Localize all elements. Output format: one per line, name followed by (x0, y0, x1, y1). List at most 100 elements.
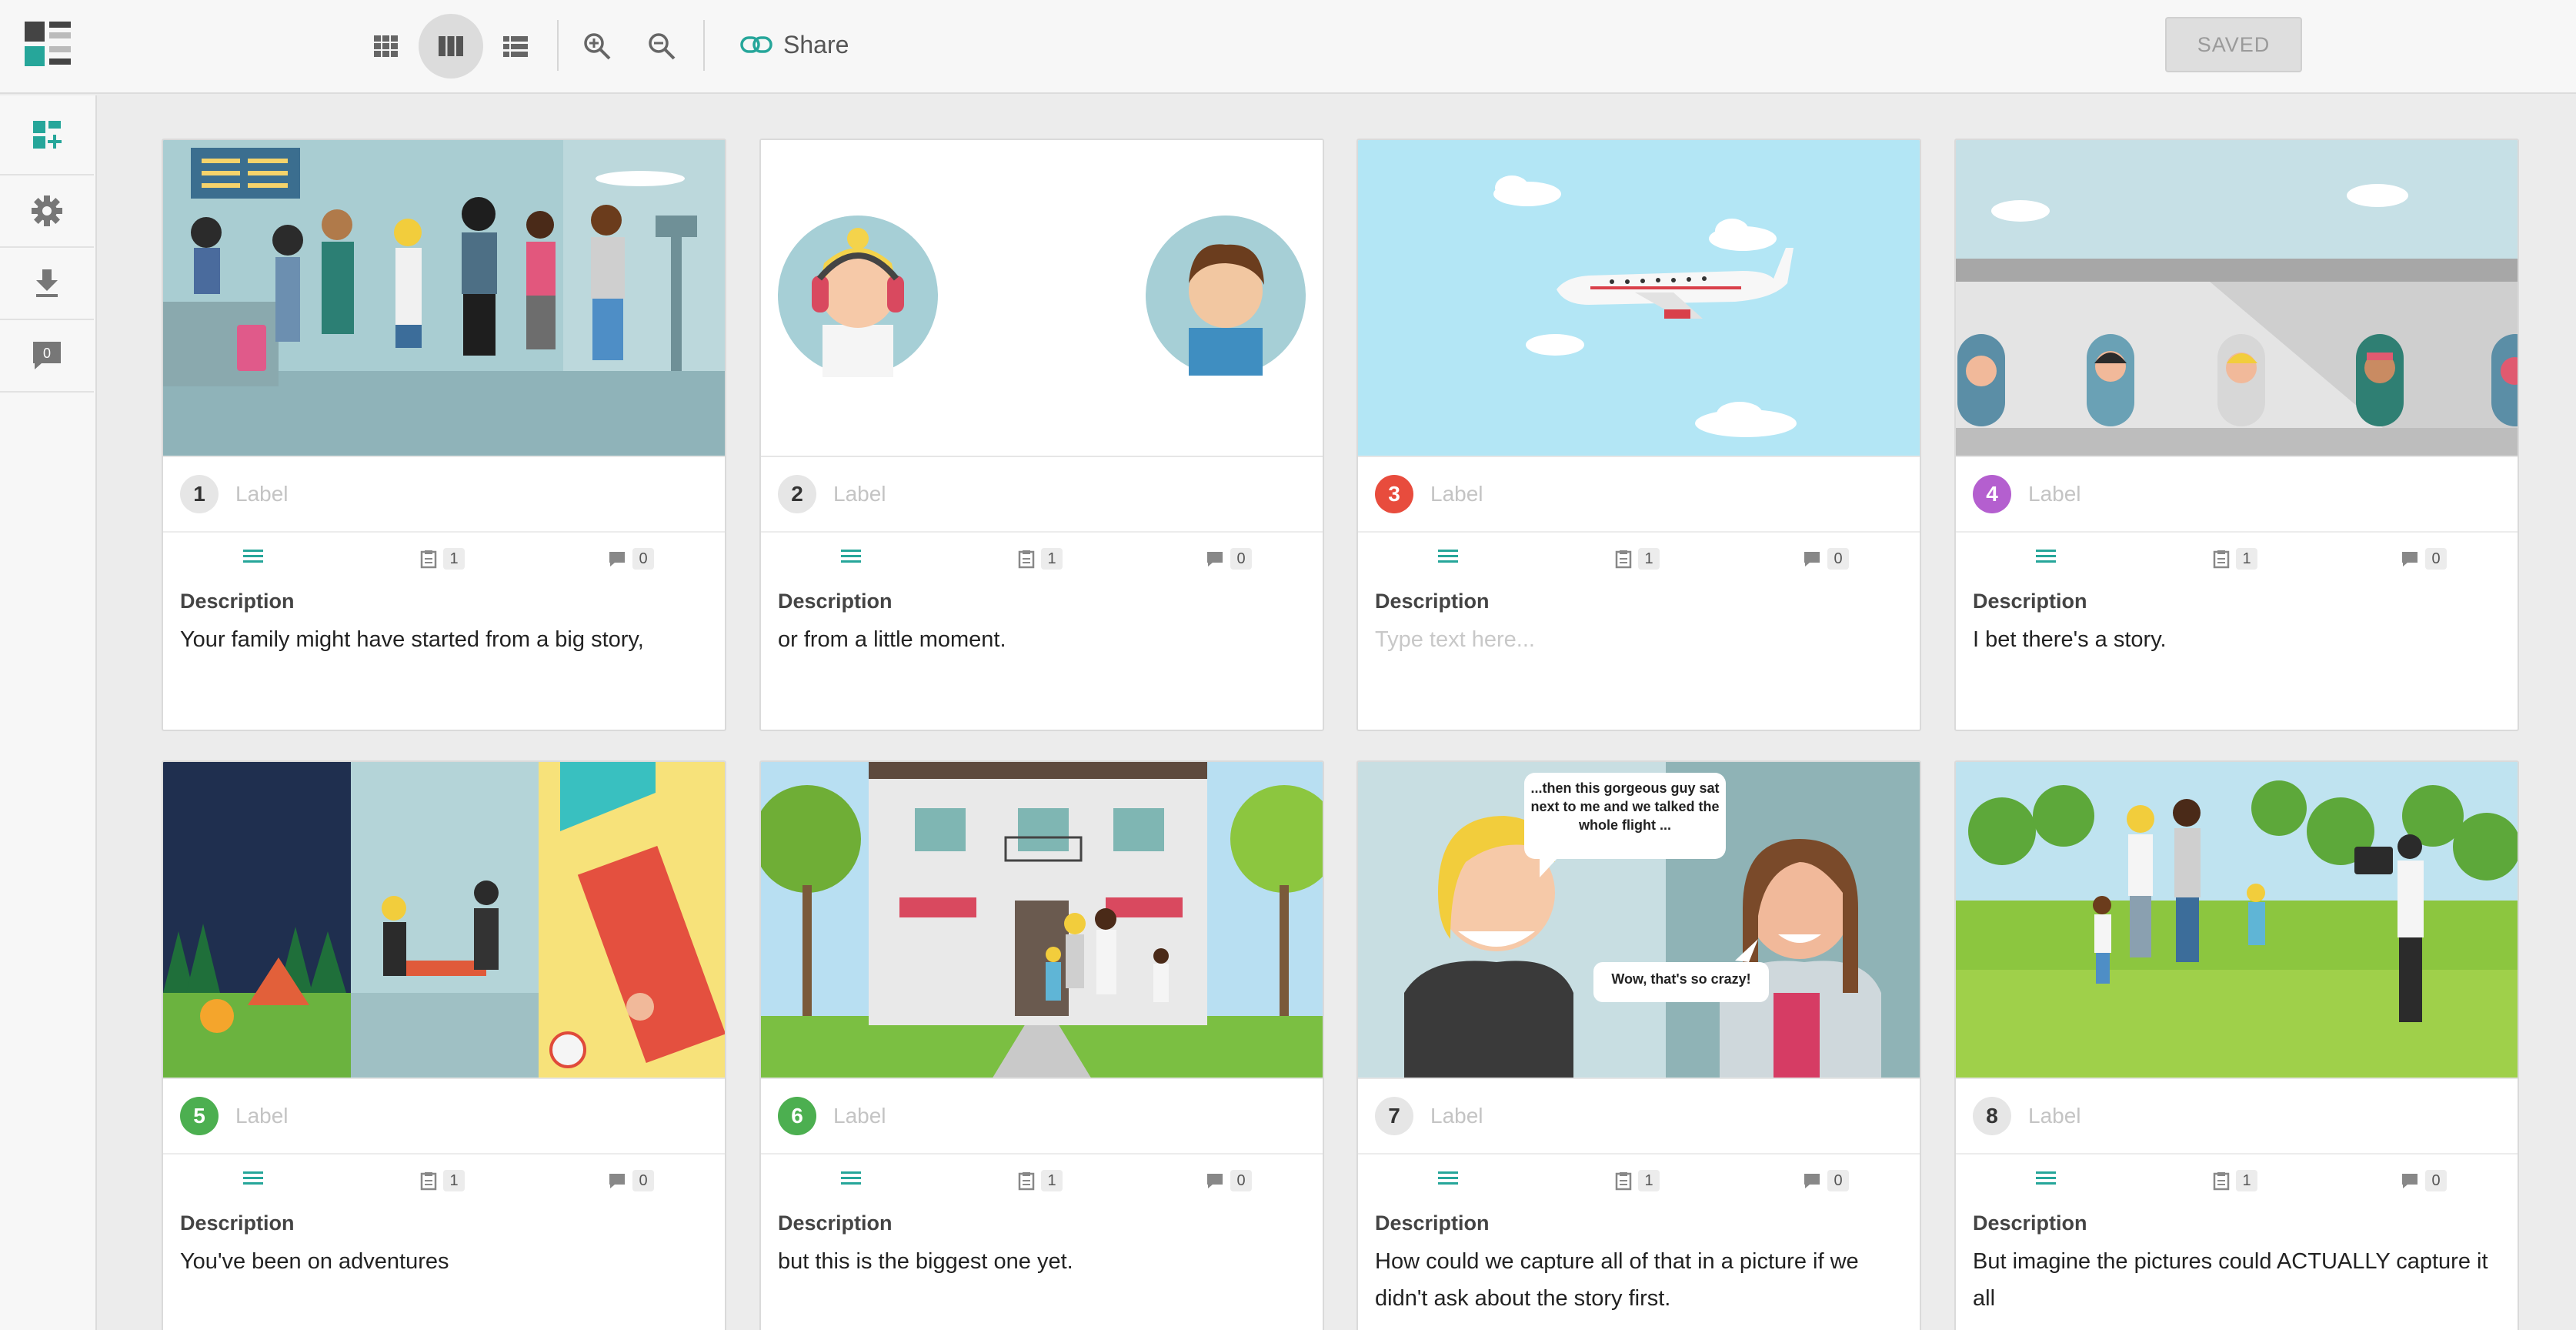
saved-button[interactable]: SAVED (2165, 17, 2302, 72)
description-text[interactable]: But imagine the pictures could ACTUALLY … (1973, 1243, 2501, 1317)
frame-label-input[interactable]: Label (2028, 1104, 2081, 1128)
comment-icon (1803, 1172, 1821, 1189)
description-text[interactable]: You've been on adventures (180, 1243, 708, 1280)
rail-download-button[interactable] (0, 248, 94, 320)
frame-image[interactable] (163, 140, 725, 457)
comments-count[interactable]: 0 (1206, 1170, 1252, 1191)
frame-description[interactable]: Description But imagine the pictures cou… (1956, 1204, 2518, 1317)
frame-image[interactable] (761, 140, 1323, 457)
frame-label-input[interactable]: Label (1430, 482, 1483, 506)
comment-icon (608, 1172, 626, 1189)
description-text[interactable]: Your family might have started from a bi… (180, 621, 708, 658)
frame-number: 6 (778, 1097, 816, 1135)
rail-settings-button[interactable] (0, 175, 94, 248)
frame-image[interactable] (1358, 140, 1920, 457)
frame-meta-row: 1 0 (163, 1155, 725, 1204)
comment-icon (1803, 550, 1821, 567)
comments-count[interactable]: 0 (608, 1170, 654, 1191)
notes-badge: 1 (1041, 1170, 1063, 1191)
description-lines-icon[interactable] (1438, 548, 1458, 563)
frame-description[interactable]: Description or from a little moment. (761, 582, 1323, 658)
frame-label-input[interactable]: Label (235, 1104, 289, 1128)
comments-badge: 0 (1230, 1170, 1252, 1191)
storyboard-card[interactable]: ...then this gorgeous guy sat next to me… (1356, 760, 1921, 1330)
column-view-icon (437, 32, 465, 60)
description-placeholder[interactable]: Type text here... (1375, 621, 1903, 658)
storyboard-card[interactable]: 1 Label 1 0 Description Your family migh… (162, 139, 726, 731)
notes-count[interactable]: 1 (1615, 548, 1660, 570)
frame-meta-row: 1 0 (1358, 533, 1920, 582)
storyboard-card[interactable]: 5 Label 1 0 Description You've been on a… (162, 760, 726, 1330)
notes-count[interactable]: 1 (420, 548, 465, 570)
description-lines-icon[interactable] (2036, 1170, 2056, 1185)
frame-image[interactable] (1956, 140, 2518, 457)
frame-description[interactable]: Description I bet there's a story. (1956, 582, 2518, 658)
list-view-icon (502, 32, 529, 60)
storyboard-card[interactable]: 2 Label 1 0 Description or from a little… (759, 139, 1324, 731)
frame-meta-row: 1 0 (1956, 1155, 2518, 1204)
rail-comments-button[interactable]: 0 (0, 320, 94, 393)
list-view-button[interactable] (483, 14, 548, 79)
description-lines-icon[interactable] (2036, 548, 2056, 563)
grid-view-button[interactable] (354, 14, 419, 79)
frame-image[interactable] (761, 762, 1323, 1079)
description-text[interactable]: but this is the biggest one yet. (778, 1243, 1306, 1280)
link-icon (740, 35, 772, 54)
storyboard-card[interactable]: 6 Label 1 0 Description but this is the … (759, 760, 1324, 1330)
frame-label-input[interactable]: Label (2028, 482, 2081, 506)
storyboard-card[interactable]: 4 Label 1 0 Description I bet there's a … (1954, 139, 2519, 731)
frame-image[interactable]: ...then this gorgeous guy sat next to me… (1358, 762, 1920, 1079)
share-button[interactable]: Share (740, 23, 849, 66)
frame-label-input[interactable]: Label (833, 482, 886, 506)
notes-count[interactable]: 1 (1615, 1170, 1660, 1191)
rail-add-frame-button[interactable] (0, 95, 94, 175)
frame-label-input[interactable]: Label (1430, 1104, 1483, 1128)
description-lines-icon[interactable] (1438, 1170, 1458, 1185)
frame-description[interactable]: Description Type text here... (1358, 582, 1920, 658)
frame-description[interactable]: Description but this is the biggest one … (761, 1204, 1323, 1280)
comment-icon (608, 550, 626, 567)
comments-count[interactable]: 0 (608, 548, 654, 570)
notes-count[interactable]: 1 (2213, 1170, 2257, 1191)
frame-label-input[interactable]: Label (833, 1104, 886, 1128)
app-logo-icon[interactable] (23, 20, 72, 69)
frame-description[interactable]: Description Your family might have start… (163, 582, 725, 658)
storyboard-card[interactable]: 8 Label 1 0 Description But imagine the … (1954, 760, 2519, 1330)
family-photo-park-illustration (1956, 762, 2518, 1079)
frame-description[interactable]: Description How could we capture all of … (1358, 1204, 1920, 1317)
notes-count[interactable]: 1 (420, 1170, 465, 1191)
comments-count[interactable]: 0 (2401, 1170, 2447, 1191)
comments-count[interactable]: 0 (1803, 548, 1849, 570)
top-toolbar: Share SAVED (0, 0, 2576, 94)
description-text[interactable]: or from a little moment. (778, 621, 1306, 658)
comments-count[interactable]: 0 (2401, 548, 2447, 570)
frame-image[interactable] (163, 762, 725, 1079)
description-lines-icon[interactable] (243, 1170, 263, 1185)
description-heading: Description (1973, 590, 2501, 613)
frame-meta-row: 1 0 (761, 1155, 1323, 1204)
comments-count[interactable]: 0 (1206, 548, 1252, 570)
zoom-out-button[interactable] (629, 14, 694, 79)
description-lines-icon[interactable] (841, 1170, 861, 1185)
frame-label-input[interactable]: Label (235, 482, 289, 506)
two-avatars-illustration (761, 140, 1323, 457)
description-lines-icon[interactable] (841, 548, 861, 563)
frame-description[interactable]: Description You've been on adventures (163, 1204, 725, 1280)
notes-count[interactable]: 1 (2213, 548, 2257, 570)
storyboard-card[interactable]: 3 Label 1 0 Description Type text here..… (1356, 139, 1921, 731)
toolbar-divider (703, 20, 705, 71)
frame-meta-row: 1 0 (1358, 1155, 1920, 1204)
notes-count[interactable]: 1 (1018, 1170, 1063, 1191)
comments-count[interactable]: 0 (1803, 1170, 1849, 1191)
notes-count[interactable]: 1 (1018, 548, 1063, 570)
comment-icon (1206, 1172, 1224, 1189)
frame-image[interactable] (1956, 762, 2518, 1079)
column-view-button[interactable] (419, 14, 483, 79)
comment-icon (2401, 1172, 2419, 1189)
description-text[interactable]: How could we capture all of that in a pi… (1375, 1243, 1903, 1317)
frame-number: 7 (1375, 1097, 1413, 1135)
description-text[interactable]: I bet there's a story. (1973, 621, 2501, 658)
zoom-in-button[interactable] (565, 14, 629, 79)
description-heading: Description (180, 590, 708, 613)
description-lines-icon[interactable] (243, 548, 263, 563)
